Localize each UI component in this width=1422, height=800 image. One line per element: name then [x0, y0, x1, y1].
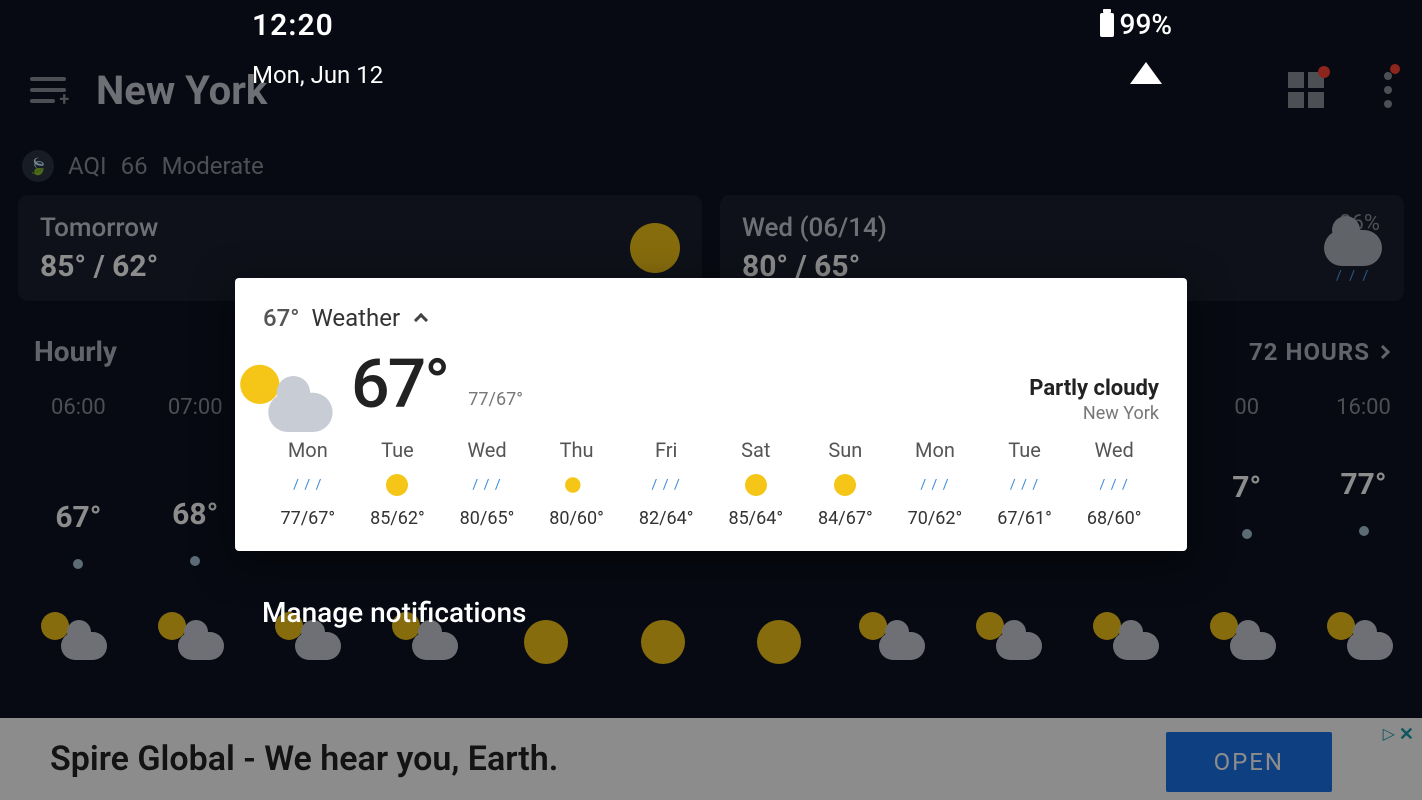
forecast-hl: 82/64°	[621, 508, 711, 529]
forecast-day[interactable]: Sat 85/64°	[711, 438, 801, 529]
forecast-icon	[532, 468, 622, 502]
status-date: Mon, Jun 12	[252, 61, 383, 89]
forecast-icon: / / /	[442, 468, 532, 502]
forecast-hl: 80/60°	[532, 508, 622, 529]
forecast-day[interactable]: Mon / / / 70/62°	[890, 438, 980, 529]
battery-icon	[1100, 13, 1114, 37]
forecast-day[interactable]: Wed / / / 68/60°	[1069, 438, 1159, 529]
notif-condition: Partly cloudy	[1029, 376, 1159, 401]
notif-location: New York	[1029, 403, 1159, 424]
forecast-hl: 85/62°	[353, 508, 443, 529]
forecast-day-label: Wed	[442, 438, 532, 462]
notif-big-temp: 67°	[351, 344, 448, 424]
notif-small-temp: 67°	[263, 304, 299, 332]
forecast-icon	[801, 468, 891, 502]
chevron-up-icon[interactable]	[414, 313, 428, 327]
partly-cloudy-icon	[251, 376, 332, 432]
forecast-icon	[711, 468, 801, 502]
forecast-day-label: Sun	[801, 438, 891, 462]
forecast-day[interactable]: Tue 85/62°	[353, 438, 443, 529]
forecast-day[interactable]: Fri / / / 82/64°	[621, 438, 711, 529]
forecast-day[interactable]: Tue / / / 67/61°	[980, 438, 1070, 529]
manage-notifications[interactable]: Manage notifications	[262, 596, 526, 629]
forecast-day-label: Mon	[263, 438, 353, 462]
status-time: 12:20	[252, 8, 383, 43]
forecast-day-label: Sat	[711, 438, 801, 462]
forecast-day[interactable]: Sun 84/67°	[801, 438, 891, 529]
forecast-day-label: Mon	[890, 438, 980, 462]
forecast-hl: 80/65°	[442, 508, 532, 529]
forecast-day-label: Wed	[1069, 438, 1159, 462]
forecast-day[interactable]: Mon / / / 77/67°	[263, 438, 353, 529]
forecast-hl: 67/61°	[980, 508, 1070, 529]
forecast-day[interactable]: Wed / / / 80/65°	[442, 438, 532, 529]
forecast-icon: / / /	[890, 468, 980, 502]
forecast-hl: 70/62°	[890, 508, 980, 529]
forecast-hl: 85/64°	[711, 508, 801, 529]
forecast-hl: 77/67°	[263, 508, 353, 529]
forecast-icon: / / /	[980, 468, 1070, 502]
wifi-icon	[1130, 62, 1162, 84]
battery-pct: 99%	[1120, 8, 1172, 41]
forecast-day-label: Fri	[621, 438, 711, 462]
forecast-hl: 84/67°	[801, 508, 891, 529]
weather-notification[interactable]: 67° Weather 67° 77/67° Partly cloudy New…	[235, 278, 1187, 551]
forecast-day[interactable]: Thu 80/60°	[532, 438, 622, 529]
forecast-icon: / / /	[263, 468, 353, 502]
notif-app-name: Weather	[311, 304, 400, 332]
forecast-day-label: Tue	[353, 438, 443, 462]
forecast-day-label: Tue	[980, 438, 1070, 462]
notif-hl: 77/67°	[468, 389, 523, 410]
forecast-icon: / / /	[621, 468, 711, 502]
forecast-day-label: Thu	[532, 438, 622, 462]
forecast-icon	[353, 468, 443, 502]
forecast-hl: 68/60°	[1069, 508, 1159, 529]
forecast-icon: / / /	[1069, 468, 1159, 502]
